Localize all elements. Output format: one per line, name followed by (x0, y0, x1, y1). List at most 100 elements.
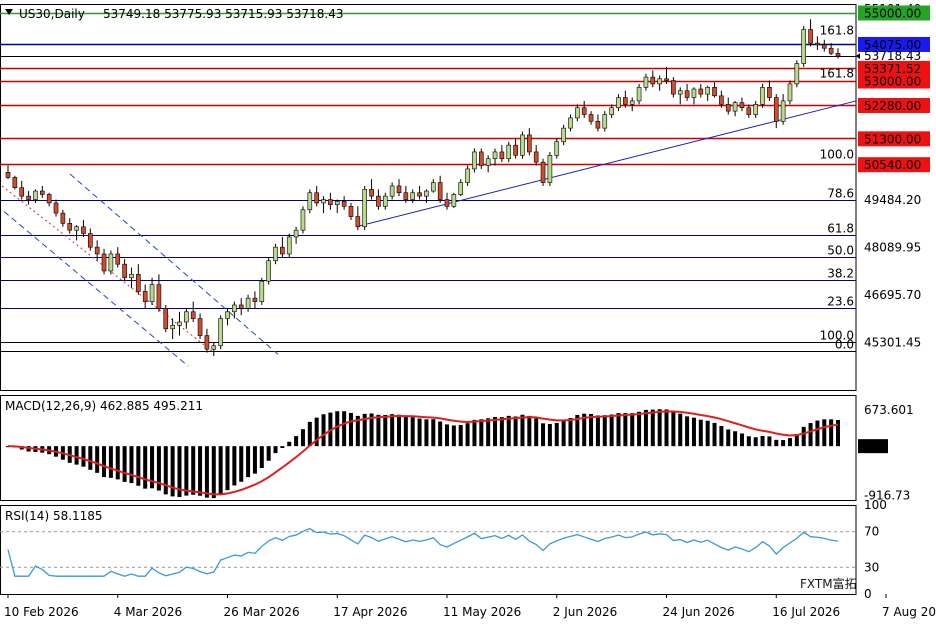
price-tick-label: 45301.45 (864, 335, 921, 349)
bear-candle (204, 335, 210, 350)
macd-bar (781, 440, 786, 447)
bull-candle (129, 274, 134, 279)
rsi-tick-label: 30 (864, 560, 879, 574)
macd-bar (657, 409, 662, 447)
bull-candle (629, 100, 635, 105)
bull-candle (547, 155, 553, 183)
channel-mid (1, 185, 215, 353)
bull-candle (732, 102, 738, 112)
macd-bar (239, 446, 244, 482)
bull-candle (575, 107, 580, 119)
macd-bar (616, 413, 621, 447)
bear-candle (417, 192, 422, 197)
level-label: 50540.00 (864, 158, 921, 172)
bear-candle (376, 195, 381, 207)
macd-bar (143, 446, 148, 489)
macd-bar (342, 411, 347, 447)
macd-bar (259, 446, 264, 468)
bear-candle (533, 151, 539, 163)
bull-candle (170, 325, 175, 330)
bull-candle (266, 260, 271, 282)
macd-bar (280, 446, 285, 449)
bear-candle (835, 53, 841, 57)
macd-bar (136, 446, 141, 486)
bull-candle (293, 229, 299, 238)
bear-candle (46, 194, 52, 204)
bull-candle (753, 104, 758, 115)
macd-bar (294, 436, 299, 447)
macd-bar (108, 446, 113, 478)
bear-candle (252, 297, 258, 302)
bull-candle (382, 195, 388, 207)
bear-candle (396, 185, 402, 194)
bear-candle (540, 161, 546, 183)
level-label: 51300.00 (864, 132, 921, 146)
bull-candle (218, 318, 223, 347)
macd-bar (698, 419, 703, 447)
macd-bar (760, 435, 765, 447)
bear-candle (197, 318, 203, 336)
bull-candle (300, 209, 306, 231)
bear-candle (698, 88, 704, 95)
macd-bar (465, 423, 470, 447)
macd-bar (390, 414, 395, 447)
macd-bar (609, 414, 614, 447)
bear-candle (101, 253, 107, 272)
bear-candle (684, 90, 690, 98)
level-label: 52280.00 (864, 99, 921, 113)
bear-candle (122, 263, 127, 279)
bull-candle (389, 185, 395, 197)
rsi-tick-label: 0 (864, 587, 872, 601)
macd-bar (678, 413, 683, 447)
bull-candle (787, 83, 793, 102)
macd-bar (554, 422, 559, 447)
bear-candle (5, 172, 11, 178)
bear-candle (767, 87, 772, 98)
bear-candle (815, 42, 820, 46)
x-tick-label: 10 Feb 2026 (4, 605, 79, 619)
macd-bar (602, 415, 607, 447)
x-tick-label: 16 Jul 2026 (772, 605, 840, 619)
bear-candle (588, 114, 594, 122)
bear-candle (26, 195, 31, 200)
fib-extension-label: 100.0 (820, 148, 854, 162)
price-tick-label: 49484.20 (864, 193, 921, 207)
macd-bar (822, 419, 827, 447)
macd-bar (163, 446, 168, 495)
bear-candle (314, 192, 319, 204)
bear-candle (527, 134, 532, 153)
bear-candle (94, 246, 100, 255)
bear-candle (60, 212, 66, 224)
macd-bar (623, 413, 628, 447)
macd-bar (746, 436, 751, 447)
bull-candle (334, 200, 340, 205)
bear-candle (725, 104, 731, 112)
macd-bar (568, 418, 573, 447)
macd-bar (184, 446, 189, 496)
fib-label: 38.2 (827, 267, 854, 281)
macd-bar (198, 446, 203, 496)
macd-bar (774, 439, 779, 447)
macd-bar (534, 418, 539, 447)
bear-candle (479, 151, 484, 166)
x-tick-label: 26 Mar 2026 (224, 605, 300, 619)
macd-bar (541, 423, 546, 447)
bull-candle (616, 97, 621, 109)
bull-candle (520, 134, 525, 156)
macd-bar (246, 446, 251, 478)
macd-bar (410, 417, 415, 447)
macd-bar (829, 419, 834, 447)
bull-candle (211, 345, 217, 350)
fib-label: 61.8 (827, 222, 854, 236)
bear-candle (773, 97, 779, 122)
macd-bar (95, 446, 100, 473)
bear-candle (712, 87, 717, 97)
bull-candle (506, 144, 512, 160)
macd-bar (801, 426, 806, 447)
bear-candle (348, 206, 354, 217)
fib-label: 78.6 (827, 187, 854, 201)
bull-candle (561, 127, 566, 143)
bull-candle (801, 29, 807, 64)
macd-bar (417, 418, 422, 447)
bull-candle (691, 88, 697, 98)
